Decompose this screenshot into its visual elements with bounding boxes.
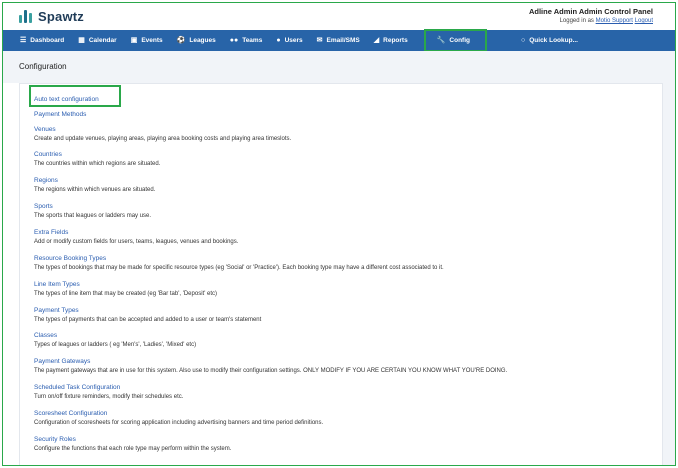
quick-lookup[interactable]: ○ Quick Lookup... [514,30,585,51]
list-item: Venues Create and update venues, playing… [34,126,291,142]
nav-events[interactable]: ▣ Events [124,30,170,51]
payment-methods-link[interactable]: Payment Methods [34,111,86,118]
nav-email-sms[interactable]: ✉ Email/SMS [310,30,367,51]
app-window: Spawtz Adline Admin Admin Control Panel … [2,2,676,466]
nav-teams[interactable]: ●● Teams [223,30,270,51]
nav-label: Reports [383,37,408,44]
page-background-strip [663,51,675,465]
payment-gateways-description: The payment gateways that are in use for… [34,368,508,374]
login-status: Logged in as Motio Support Logout [529,18,653,24]
list-item: Classes Types of leagues or ladders ( eg… [34,332,196,348]
list-item: Payment Gateways The payment gateways th… [34,358,507,374]
logout-link[interactable]: Logout [635,18,653,24]
ball-icon: ⚽ [176,37,186,44]
list-item: Line Item Types The types of line item t… [34,281,217,297]
layers-icon: ☰ [20,37,27,44]
classes-link[interactable]: Classes [34,332,196,339]
security-roles-description: Configure the functions that each role t… [34,446,232,452]
list-item: Countries The countries within which reg… [34,151,160,167]
nav-label: Events [141,37,163,44]
scoresheet-configuration-description: Configuration of scoresheets for scoring… [34,420,324,426]
page-header: Configuration [3,51,675,83]
sports-link[interactable]: Sports [34,203,151,210]
wrench-icon: 🔧 [436,37,446,44]
events-icon: ▣ [130,37,138,44]
list-item: Payment Types The types of payments that… [34,307,261,323]
logged-in-prefix: Logged in as [559,18,594,24]
line-item-types-link[interactable]: Line Item Types [34,281,217,288]
nav-leagues[interactable]: ⚽ Leagues [170,30,223,51]
nav-label: Teams [242,37,263,44]
extra-fields-description: Add or modify custom fields for users, t… [34,239,239,245]
envelope-icon: ✉ [316,37,323,44]
extra-fields-link[interactable]: Extra Fields [34,229,238,236]
auto-text-highlight-box [29,85,121,107]
logged-in-user-link[interactable]: Motio Support [596,18,633,24]
admin-info: Adline Admin Admin Control Panel Logged … [529,7,653,24]
classes-description: Types of leagues or ladders ( eg 'Men's'… [34,342,197,348]
line-item-types-description: The types of line item that may be creat… [34,291,218,297]
list-item: Scheduled Task Configuration Turn on/off… [34,384,183,400]
resource-booking-types-description: The types of bookings that may be made f… [34,265,444,271]
list-item: Regions The regions within which venues … [34,177,155,193]
nav-label: Dashboard [30,37,65,44]
calendar-icon: ▦ [78,37,85,44]
user-icon: ● [276,37,281,44]
list-item: Payment Methods [34,111,86,118]
list-item: Extra Fields Add or modify custom fields… [34,229,238,245]
quick-lookup-label: Quick Lookup... [529,37,578,44]
search-icon: ○ [521,37,526,44]
nav-users[interactable]: ● Users [269,30,309,51]
scheduled-task-configuration-link[interactable]: Scheduled Task Configuration [34,384,183,391]
payment-types-link[interactable]: Payment Types [34,307,261,314]
nav-label: Email/SMS [326,37,360,44]
sports-description: The sports that leagues or ladders may u… [34,213,152,219]
nav-dashboard[interactable]: ☰ Dashboard [13,30,71,51]
nav-config[interactable]: 🔧 Config [423,29,488,52]
countries-link[interactable]: Countries [34,151,160,158]
list-item: Resource Booking Types The types of book… [34,255,444,271]
payment-types-description: The types of payments that can be accept… [34,317,262,323]
payment-gateways-link[interactable]: Payment Gateways [34,358,507,365]
teams-icon: ●● [229,37,239,44]
list-item: Sports The sports that leagues or ladder… [34,203,151,219]
nav-label: Config [449,37,470,44]
config-list: Auto text configuration Payment Methods … [19,83,663,465]
scoresheet-configuration-link[interactable]: Scoresheet Configuration [34,410,323,417]
nav-label: Users [284,37,303,44]
page-title: Configuration [19,62,67,71]
admin-title: Adline Admin Admin Control Panel [528,7,653,16]
resource-booking-types-link[interactable]: Resource Booking Types [34,255,444,262]
main-nav: ☰ Dashboard ▦ Calendar ▣ Events ⚽ League… [3,29,675,52]
top-bar: Spawtz Adline Admin Admin Control Panel … [3,3,675,30]
logo-text: Spawtz [38,9,84,24]
venues-description: Create and update venues, playing areas,… [34,136,292,142]
scheduled-task-configuration-description: Turn on/off fixture reminders, modify th… [34,394,184,400]
nav-calendar[interactable]: ▦ Calendar [71,30,123,51]
chart-icon: ◢ [373,37,380,44]
security-roles-link[interactable]: Security Roles [34,436,231,443]
nav-label: Calendar [88,37,117,44]
nav-label: Leagues [189,37,216,44]
countries-description: The countries within which regions are s… [34,161,161,167]
regions-description: The regions within which venues are situ… [34,187,156,193]
venues-link[interactable]: Venues [34,126,291,133]
list-item: Scoresheet Configuration Configuration o… [34,410,323,426]
logo[interactable]: Spawtz [19,9,84,24]
list-item: Security Roles Configure the functions t… [34,436,231,452]
logo-icon [19,10,32,23]
regions-link[interactable]: Regions [34,177,155,184]
nav-reports[interactable]: ◢ Reports [367,30,415,51]
